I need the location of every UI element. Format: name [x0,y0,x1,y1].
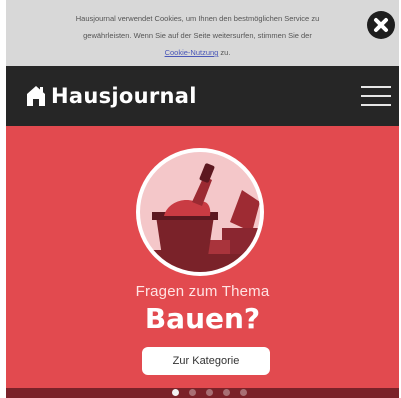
site-logo[interactable]: Hausjournal [26,84,197,108]
carousel-dot[interactable] [189,389,196,396]
hamburger-menu-icon [361,86,391,106]
site-header: Hausjournal [6,66,399,126]
close-x-icon [374,18,388,32]
cookie-text-line3: Cookie-Nutzung zu. [36,44,359,61]
hero-subtitle: Fragen zum Thema [135,283,270,300]
carousel-dot[interactable] [223,389,230,396]
carousel-dots [172,389,257,396]
category-button[interactable]: Zur Kategorie [142,347,270,375]
house-icon [27,86,45,106]
close-cookie-button[interactable] [367,11,395,39]
page-frame: Hausjournal verwendet Cookies, um Ihnen … [6,0,399,398]
logo-text: Hausjournal [51,84,197,108]
cookie-banner: Hausjournal verwendet Cookies, um Ihnen … [6,0,399,66]
cookie-text-line2: gewährleisten. Wenn Sie auf der Seite we… [83,31,312,40]
cookie-policy-link[interactable]: Cookie-Nutzung [165,48,219,57]
hero-banner: Fragen zum Thema Bauen? Zur Kategorie [6,126,399,388]
carousel-dot[interactable] [240,389,247,396]
carousel-dot[interactable] [206,389,213,396]
hero-title: Bauen? [144,302,261,335]
construction-bucket-trowel-icon [136,148,264,276]
cookie-text-line1: Hausjournal verwendet Cookies, um Ihnen … [75,14,320,23]
carousel-dot[interactable] [172,389,179,396]
menu-button[interactable] [361,86,391,108]
cookie-text-suffix: zu. [218,48,231,57]
